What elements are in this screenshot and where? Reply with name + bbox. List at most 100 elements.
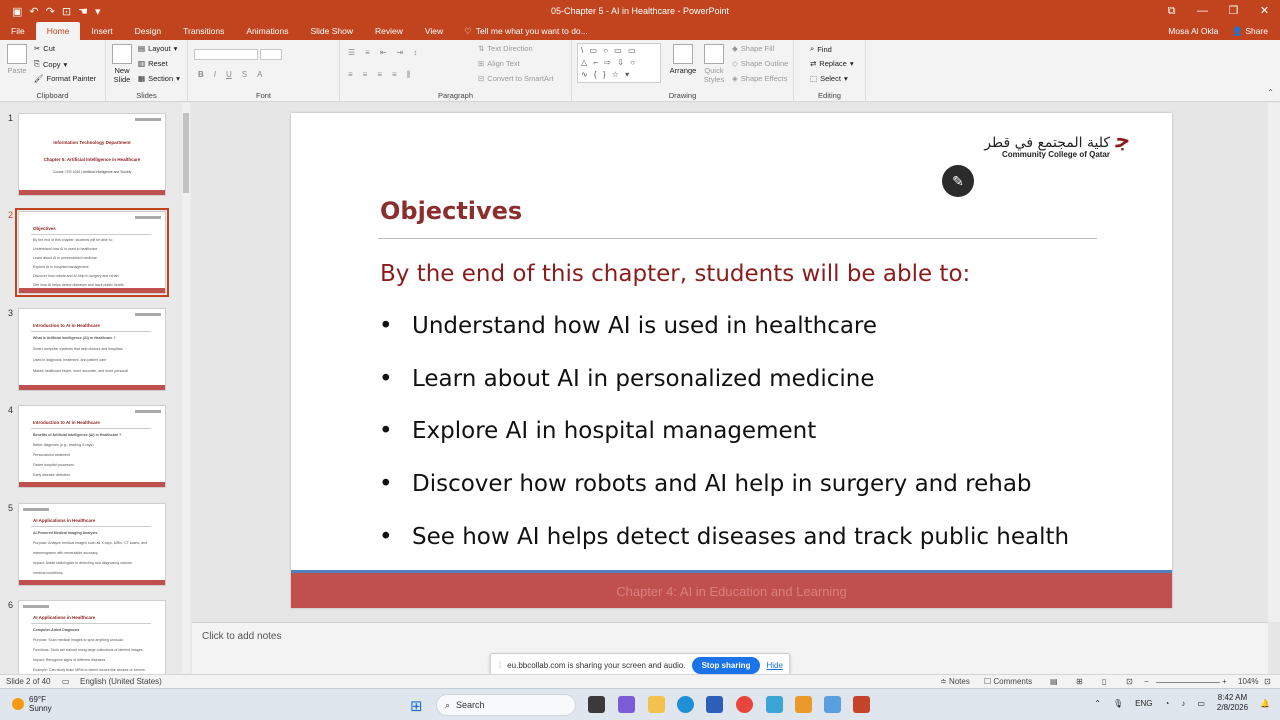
tab-transitions[interactable]: Transitions	[172, 22, 235, 40]
bullet-item[interactable]: See how AI helps detect diseases and tra…	[379, 524, 1069, 577]
save-icon[interactable]: ▣	[12, 5, 22, 18]
slide-thumbnail-4[interactable]: Introduction to AI in Healthcare Benefit…	[18, 405, 166, 488]
shape-effects-button[interactable]: ◈ Shape Effects	[732, 74, 787, 83]
fit-to-window-icon[interactable]: ⊡	[1264, 677, 1271, 686]
zoom-slider[interactable]	[1156, 682, 1220, 683]
battery-icon[interactable]: ▭	[1197, 699, 1205, 708]
tab-insert[interactable]: Insert	[80, 22, 123, 40]
chevron-up-icon[interactable]: ⌃	[1094, 699, 1101, 708]
app-icon-1[interactable]	[766, 696, 783, 713]
bullet-item[interactable]: Understand how AI is used in healthcare	[379, 313, 1069, 366]
drag-handle-icon[interactable]: ⁞	[499, 661, 501, 670]
edge-icon[interactable]	[677, 696, 694, 713]
present-icon[interactable]: ⊡	[62, 5, 71, 18]
touch-mode-icon[interactable]: ☚	[78, 5, 88, 18]
scrollbar-thumb[interactable]	[183, 113, 189, 193]
font-color-icon[interactable]: A	[257, 70, 262, 79]
store-icon[interactable]	[706, 696, 723, 713]
slide-thumbnail-6[interactable]: AI Applications in Healthcare Computer-A…	[18, 600, 166, 674]
collapse-ribbon-icon[interactable]: ⌃	[1267, 88, 1274, 97]
undo-icon[interactable]: ↶	[29, 5, 38, 18]
strikethrough-icon[interactable]: S	[242, 70, 247, 79]
powerpoint-icon[interactable]	[853, 696, 870, 713]
bullet-item[interactable]: Explore AI in hospital management	[379, 418, 1069, 471]
teams-icon[interactable]	[618, 696, 635, 713]
replace-button[interactable]: ⇄ Replace ▾	[810, 59, 854, 68]
numbering-icon[interactable]: ≡	[365, 48, 370, 57]
align-text-button[interactable]: ⊞ Align Text	[478, 59, 520, 68]
clock[interactable]: 8:42 AM 2/8/2026	[1217, 693, 1248, 713]
restore-icon[interactable]: ❐	[1218, 0, 1249, 22]
file-explorer-icon[interactable]	[648, 696, 665, 713]
quick-styles-button[interactable]: Quick Styles	[702, 44, 726, 84]
pen-tool-icon[interactable]: ✎	[942, 165, 974, 197]
share-button[interactable]: 👤 Share	[1232, 22, 1268, 40]
tell-me-box[interactable]: ♡ Tell me what you want to do...	[454, 22, 598, 40]
section-button[interactable]: ▦ Section ▾	[138, 74, 180, 83]
app-icon-2[interactable]	[795, 696, 812, 713]
shape-outline-button[interactable]: ◇ Shape Outline	[732, 59, 788, 68]
convert-smartart-button[interactable]: ⊟ Convert to SmartArt	[478, 74, 554, 83]
cut-button[interactable]: ✂ Cut	[34, 44, 55, 53]
italic-icon[interactable]: I	[214, 70, 216, 79]
normal-view-icon[interactable]: ▤	[1050, 677, 1058, 686]
select-button[interactable]: ⬚ Select ▾	[810, 74, 848, 83]
reading-view-icon[interactable]: ▯	[1102, 677, 1106, 686]
chrome-icon[interactable]	[736, 696, 753, 713]
slide-title[interactable]: Objectives	[380, 197, 522, 225]
hide-banner-link[interactable]: Hide	[766, 661, 782, 670]
minimize-icon[interactable]: —	[1187, 0, 1218, 22]
wifi-icon[interactable]: ◔	[1164, 699, 1169, 708]
ribbon-display-icon[interactable]: ⧉	[1156, 0, 1187, 22]
tab-home[interactable]: Home	[35, 22, 81, 40]
font-size-combo[interactable]	[260, 49, 282, 60]
notes-toggle[interactable]: ≐ Notes	[940, 677, 970, 686]
find-button[interactable]: ⌕ Find	[810, 44, 832, 54]
font-name-combo[interactable]	[194, 49, 258, 60]
bullet-list[interactable]: Understand how AI is used in healthcare …	[379, 313, 1069, 576]
comments-toggle[interactable]: ☐ Comments	[984, 677, 1032, 686]
windows-start-icon[interactable]: ⊞	[410, 697, 423, 715]
reset-button[interactable]: ▥ Reset	[138, 59, 168, 68]
app-icon-3[interactable]	[824, 696, 841, 713]
align-right-icon[interactable]: ≡	[377, 70, 382, 80]
slide-thumbnail-1[interactable]: Information Technology Department Chapte…	[18, 113, 166, 196]
thumbnails-scrollbar[interactable]	[182, 103, 190, 673]
align-center-icon[interactable]: ≡	[363, 70, 368, 80]
copy-button[interactable]: ⎘ Copy ▾	[34, 59, 67, 69]
bullets-icon[interactable]: ☰	[348, 48, 355, 57]
close-icon[interactable]: ✕	[1249, 0, 1280, 22]
zoom-out-icon[interactable]: −	[1144, 677, 1149, 686]
notification-bell-icon[interactable]: 🔔	[1260, 699, 1270, 708]
new-slide-button[interactable]: New Slide	[110, 44, 134, 84]
tab-slide-show[interactable]: Slide Show	[299, 22, 364, 40]
line-spacing-icon[interactable]: ↕	[413, 48, 417, 57]
arrange-button[interactable]: Arrange	[668, 44, 698, 75]
layout-button[interactable]: ▤ Layout ▾	[138, 44, 177, 53]
slide-subheading[interactable]: By the end of this chapter, students wil…	[380, 261, 970, 287]
task-view-icon[interactable]	[588, 696, 605, 713]
language-indicator[interactable]: ENG	[1135, 699, 1152, 708]
format-painter-button[interactable]: 🖌 Format Painter	[34, 74, 96, 83]
tab-design[interactable]: Design	[124, 22, 172, 40]
tab-review[interactable]: Review	[364, 22, 414, 40]
bold-icon[interactable]: B	[198, 70, 204, 79]
microphone-icon[interactable]: 🎙	[1113, 699, 1123, 708]
slide-thumbnail-3[interactable]: Introduction to AI in Healthcare What is…	[18, 308, 166, 391]
decrease-indent-icon[interactable]: ⇤	[380, 48, 387, 57]
slide[interactable]: ﺟ كلية المجتمع في قطر Community College …	[291, 113, 1172, 608]
taskbar-search[interactable]: ⌕ Search	[436, 694, 576, 716]
shapes-gallery[interactable]: \ ▭ ○ ▭ ▭ △ ⌐ ⇨ ⇩ ○ ∿ { } ☆ ▾	[577, 43, 661, 83]
customize-qat-icon[interactable]: ▾	[95, 5, 101, 18]
justify-icon[interactable]: ≡	[392, 70, 397, 80]
language-status[interactable]: English (United States)	[80, 677, 162, 686]
slide-sorter-icon[interactable]: ⊞	[1076, 677, 1083, 686]
canvas-scrollbar[interactable]	[1268, 103, 1280, 622]
align-left-icon[interactable]: ≡	[348, 70, 353, 80]
slideshow-view-icon[interactable]: ⊡	[1126, 677, 1133, 686]
tab-animations[interactable]: Animations	[235, 22, 299, 40]
text-direction-button[interactable]: ⇅ Text Direction	[478, 44, 533, 53]
spellcheck-icon[interactable]: ▭	[62, 677, 70, 686]
zoom-level[interactable]: 104%	[1238, 677, 1258, 686]
tab-view[interactable]: View	[414, 22, 454, 40]
